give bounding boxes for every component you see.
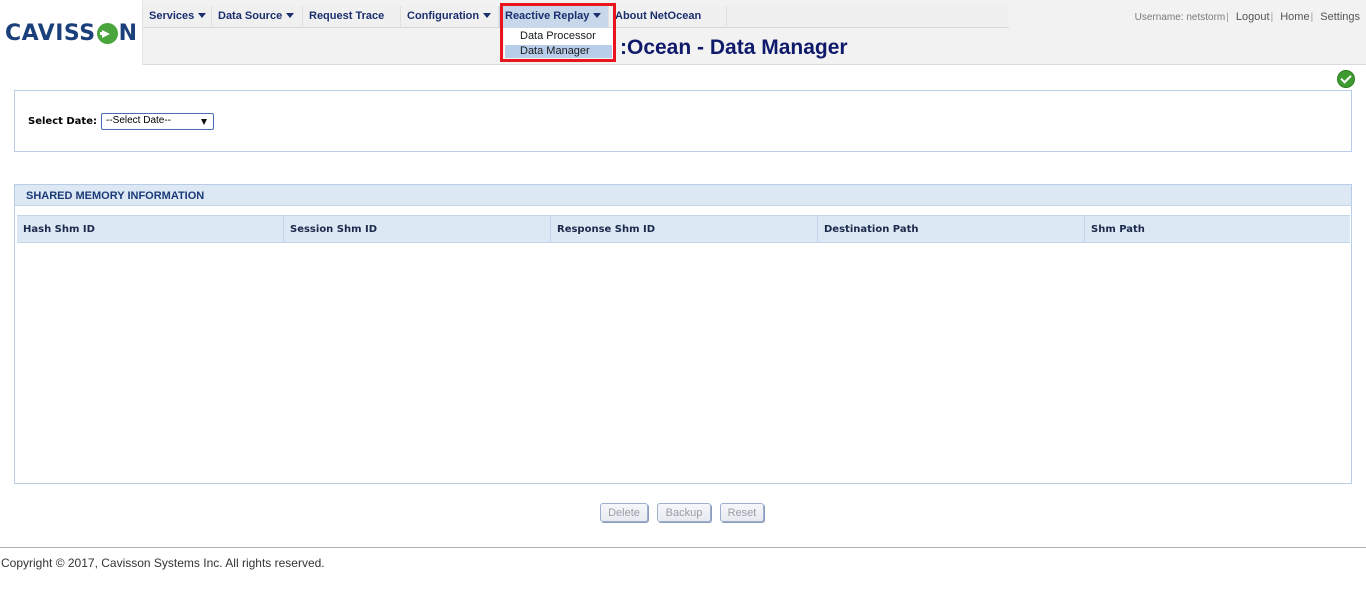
logout-link[interactable]: Logout bbox=[1236, 11, 1270, 23]
column-header-hash-shm-id[interactable]: Hash Shm ID bbox=[17, 216, 284, 242]
shared-memory-title: SHARED MEMORY INFORMATION bbox=[26, 190, 205, 202]
caret-down-icon bbox=[286, 13, 295, 18]
separator: | bbox=[1226, 12, 1229, 23]
column-header-response-shm-id[interactable]: Response Shm ID bbox=[551, 216, 818, 242]
menu-services[interactable]: Services bbox=[143, 6, 212, 28]
shared-memory-panel: SHARED MEMORY INFORMATION Hash Shm ID Se… bbox=[14, 184, 1352, 484]
footer-divider bbox=[0, 547, 1366, 548]
username-label: Username: netstorm bbox=[1134, 12, 1226, 23]
settings-link[interactable]: Settings bbox=[1320, 11, 1360, 23]
caret-down-icon bbox=[483, 13, 492, 18]
menu-request-trace-label: Request Trace bbox=[309, 10, 385, 22]
backup-button[interactable]: Backup bbox=[657, 503, 711, 522]
caret-down-icon bbox=[201, 119, 207, 125]
menu-configuration-label: Configuration bbox=[407, 10, 480, 22]
menu-configuration[interactable]: Configuration bbox=[401, 6, 499, 28]
column-header-shm-path[interactable]: Shm Path bbox=[1085, 216, 1350, 242]
delete-button[interactable]: Delete bbox=[600, 503, 648, 522]
column-header-destination-path[interactable]: Destination Path bbox=[818, 216, 1085, 242]
select-date-value: --Select Date-- bbox=[106, 115, 172, 126]
menu-data-source[interactable]: Data Source bbox=[212, 6, 303, 28]
menu-about-label: About NetOcean bbox=[615, 10, 702, 22]
menu-data-source-label: Data Source bbox=[218, 10, 283, 22]
shared-memory-table-header: Hash Shm ID Session Shm ID Response Shm … bbox=[17, 215, 1350, 243]
date-filter-panel: Select Date: --Select Date-- bbox=[14, 90, 1352, 152]
logo-text-left: CAVISS bbox=[5, 21, 96, 46]
highlight-annotation-box bbox=[500, 3, 616, 62]
menu-request-trace[interactable]: Request Trace bbox=[303, 6, 401, 28]
user-bar: Username: netstorm| Logout| Home| Settin… bbox=[1135, 11, 1360, 23]
reset-button[interactable]: Reset bbox=[720, 503, 764, 522]
home-link[interactable]: Home bbox=[1280, 11, 1309, 23]
shared-memory-title-bar: SHARED MEMORY INFORMATION bbox=[15, 185, 1351, 206]
logo-text-right: N bbox=[118, 21, 138, 46]
separator: | bbox=[1270, 12, 1274, 23]
check-circle-icon bbox=[1337, 70, 1355, 88]
column-header-session-shm-id[interactable]: Session Shm ID bbox=[284, 216, 551, 242]
app-header: CAVISS N Services Data Source Request Tr… bbox=[0, 0, 1366, 65]
cavisson-logo[interactable]: CAVISS N bbox=[5, 21, 138, 46]
arrow-circle-icon bbox=[96, 23, 118, 44]
select-date-label: Select Date: bbox=[28, 116, 97, 127]
menu-services-label: Services bbox=[149, 10, 195, 22]
copyright-text: Copyright © 2017, Cavisson Systems Inc. … bbox=[1, 556, 325, 570]
separator: | bbox=[1310, 12, 1314, 23]
caret-down-icon bbox=[198, 13, 207, 18]
page-title: :Ocean - Data Manager bbox=[620, 36, 848, 59]
action-button-row: Delete Backup Reset bbox=[600, 503, 764, 522]
menu-about-netocean[interactable]: About NetOcean bbox=[609, 6, 727, 28]
select-date-dropdown[interactable]: --Select Date-- bbox=[101, 113, 214, 130]
logo-area: CAVISS N bbox=[0, 0, 143, 65]
